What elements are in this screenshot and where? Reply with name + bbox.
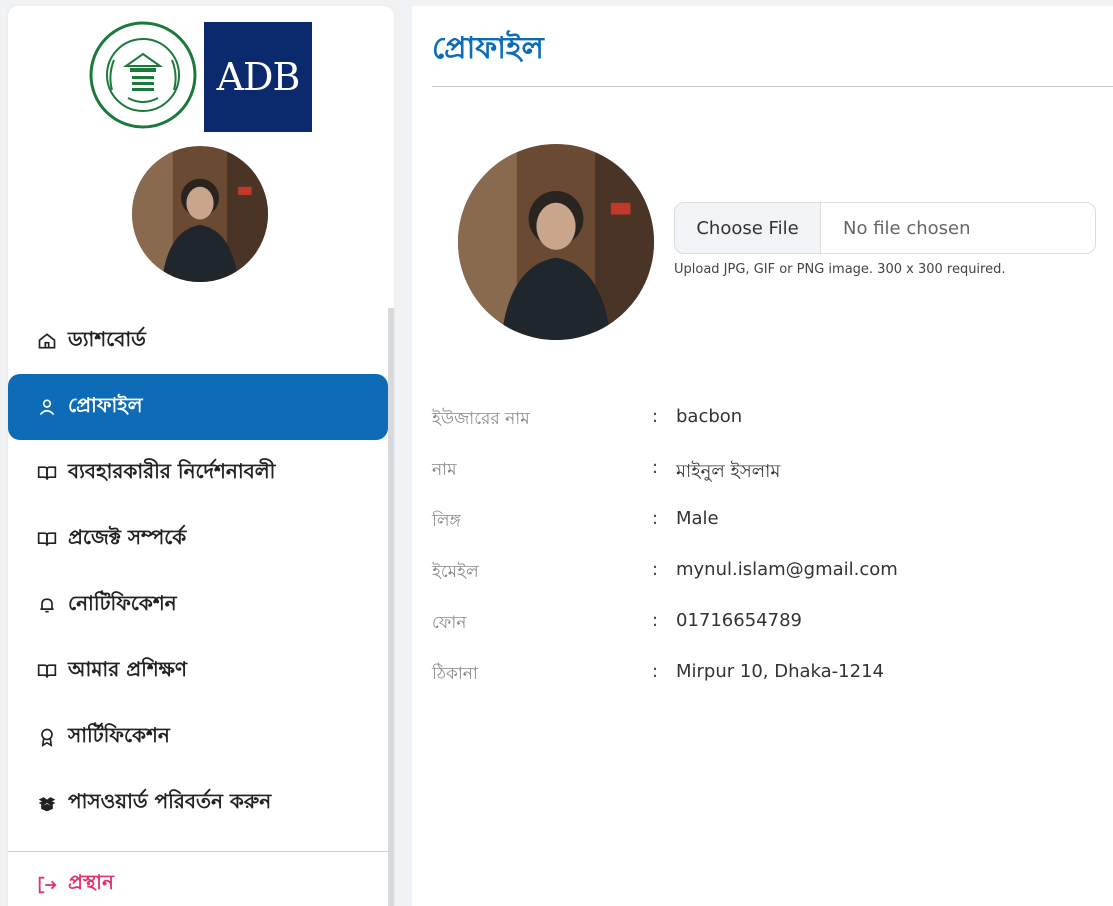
sidebar-item-label: প্রোফাইল — [68, 392, 143, 417]
choose-file-button[interactable]: Choose File — [675, 203, 821, 253]
field-value: মাইনুল ইসলাম — [676, 461, 781, 482]
bangladesh-bank-logo — [89, 21, 197, 129]
sidebar-nav: ড্যাশবোর্ড প্রোফাইল ব্যবহারকারীর নির্দেশ… — [8, 308, 388, 836]
field-label: ঠিকানা — [432, 664, 478, 684]
field-label: ইমেইল — [432, 562, 479, 582]
sidebar-item-notification[interactable]: নোটিফিকেশন — [8, 572, 388, 638]
field-separator: : — [652, 559, 659, 580]
book-icon — [36, 528, 58, 550]
sidebar-item-my-training[interactable]: আমার প্রশিক্ষণ — [8, 638, 388, 704]
avatar-photo-icon — [458, 144, 654, 340]
info-row-name: নাম : মাইনুল ইসলাম — [432, 453, 1112, 504]
sidebar-item-dashboard[interactable]: ড্যাশবোর্ড — [8, 308, 388, 374]
sidebar-scrollbar[interactable] — [388, 308, 394, 906]
info-row-phone: ফোন : 01716654789 — [432, 606, 1112, 657]
avatar-photo-icon — [132, 146, 268, 282]
field-separator: : — [652, 508, 659, 529]
sidebar-item-change-password[interactable]: পাসওয়ার্ড পরিবর্তন করুন — [8, 770, 388, 836]
sidebar-item-label: ব্যবহারকারীর নির্দেশনাবলী — [68, 458, 276, 483]
field-separator: : — [652, 661, 659, 682]
sidebar-item-label: নোটিফিকেশন — [68, 590, 177, 615]
profile-avatar — [458, 144, 654, 340]
title-divider — [432, 86, 1113, 87]
sidebar-divider — [8, 851, 388, 852]
book-icon — [36, 660, 58, 682]
sidebar-avatar — [132, 146, 268, 282]
logo-group: ADB — [88, 20, 318, 132]
field-label: ইউজারের নাম — [432, 409, 530, 429]
sidebar: ADB ড্যাশবোর্ড প্রোফাইল ব্যবহারকারীর নির… — [8, 6, 394, 906]
file-status: No file chosen — [843, 217, 971, 239]
logout-button[interactable]: প্রস্থান — [36, 868, 114, 901]
main-content: প্রোফাইল Choose File No file chosen Uplo… — [412, 6, 1113, 906]
field-value: 01716654789 — [676, 610, 802, 631]
field-value: mynul.islam@gmail.com — [676, 559, 898, 580]
field-value: bacbon — [676, 406, 743, 427]
info-row-gender: লিঙ্গ : Male — [432, 504, 1112, 555]
info-row-username: ইউজারের নাম : bacbon — [432, 402, 1112, 453]
field-value: Mirpur 10, Dhaka-1214 — [676, 661, 884, 682]
sidebar-item-label: আমার প্রশিক্ষণ — [68, 656, 187, 681]
upload-hint: Upload JPG, GIF or PNG image. 300 x 300 … — [674, 262, 1006, 277]
field-value: Male — [676, 508, 719, 529]
field-separator: : — [652, 457, 659, 478]
adb-logo: ADB — [204, 22, 312, 132]
sidebar-item-label: ড্যাশবোর্ড — [68, 326, 146, 351]
book-icon — [36, 462, 58, 484]
field-label: লিঙ্গ — [432, 511, 461, 531]
profile-info: ইউজারের নাম : bacbon নাম : মাইনুল ইসলাম … — [432, 402, 1112, 708]
bell-icon — [36, 594, 58, 616]
sidebar-item-profile[interactable]: প্রোফাইল — [8, 374, 388, 440]
page-title: প্রোফাইল — [432, 31, 544, 66]
sidebar-item-about-project[interactable]: প্রজেক্ট সম্পর্কে — [8, 506, 388, 572]
box-icon — [36, 792, 58, 814]
sidebar-item-label: সার্টিফিকেশন — [68, 722, 170, 747]
logout-icon — [36, 874, 58, 896]
field-label: ফোন — [432, 613, 467, 633]
info-row-address: ঠিকানা : Mirpur 10, Dhaka-1214 — [432, 657, 1112, 708]
info-row-email: ইমেইল : mynul.islam@gmail.com — [432, 555, 1112, 606]
home-icon — [36, 330, 58, 352]
logout-label: প্রস্থান — [68, 870, 114, 894]
sidebar-item-user-guide[interactable]: ব্যবহারকারীর নির্দেশনাবলী — [8, 440, 388, 506]
user-icon — [36, 396, 58, 418]
field-separator: : — [652, 406, 659, 427]
sidebar-item-label: পাসওয়ার্ড পরিবর্তন করুন — [68, 788, 272, 813]
sidebar-item-label: প্রজেক্ট সম্পর্কে — [68, 524, 187, 549]
award-icon — [36, 726, 58, 748]
field-separator: : — [652, 610, 659, 631]
file-input[interactable]: Choose File No file chosen — [674, 202, 1096, 254]
sidebar-item-certification[interactable]: সার্টিফিকেশন — [8, 704, 388, 770]
field-label: নাম — [432, 460, 457, 480]
